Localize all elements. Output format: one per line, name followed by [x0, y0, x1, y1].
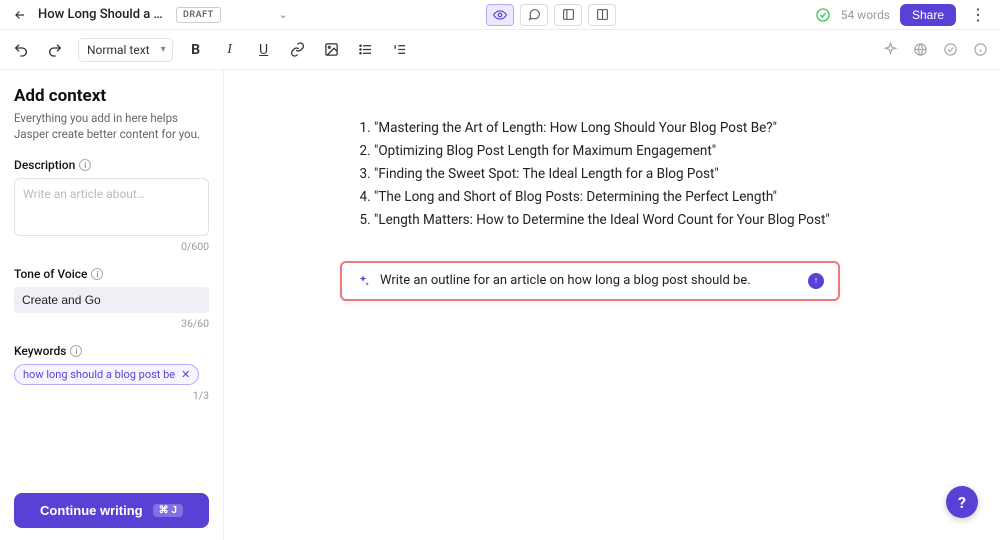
ai-prompt-text: Write an outline for an article on how l…	[380, 273, 798, 288]
keywords-counter: 1/3	[14, 389, 209, 402]
format-toolbar: Normal text B I U	[0, 30, 1000, 70]
back-button[interactable]	[10, 8, 30, 22]
text-style-label: Normal text	[87, 43, 150, 57]
panel-toggle-2[interactable]	[588, 4, 616, 26]
chat-toggle[interactable]	[520, 4, 548, 26]
keyword-chip[interactable]: how long should a blog post be ✕	[14, 364, 199, 385]
check-icon[interactable]	[940, 40, 960, 60]
numbered-list-button[interactable]	[389, 39, 411, 61]
tone-counter: 36/60	[14, 317, 209, 330]
keywords-label: Keywords i	[14, 344, 209, 358]
list-item[interactable]: "Length Matters: How to Determine the Id…	[374, 210, 940, 231]
sidebar-subtitle: Everything you add in here helps Jasper …	[14, 110, 209, 142]
undo-button[interactable]	[10, 39, 32, 61]
top-header: How Long Should a Bl… DRAFT ⌄ 54 words S…	[0, 0, 1000, 30]
list-item[interactable]: "Mastering the Art of Length: How Long S…	[374, 118, 940, 139]
continue-writing-label: Continue writing	[40, 503, 143, 518]
editor-canvas[interactable]: "Mastering the Art of Length: How Long S…	[224, 70, 1000, 540]
context-sidebar: Add context Everything you add in here h…	[0, 70, 224, 540]
word-count: 54 words	[841, 8, 890, 22]
text-style-select[interactable]: Normal text	[78, 38, 173, 62]
globe-icon[interactable]	[910, 40, 930, 60]
draft-badge: DRAFT	[176, 7, 221, 23]
info-icon[interactable]: i	[70, 345, 82, 357]
more-menu[interactable]: ⋮	[966, 5, 990, 24]
ai-icon[interactable]	[880, 40, 900, 60]
keyword-chip-label: how long should a blog post be	[23, 368, 175, 381]
tone-input[interactable]	[14, 287, 209, 313]
sidebar-title: Add context	[14, 86, 209, 106]
description-input[interactable]	[14, 178, 209, 236]
description-label: Description i	[14, 158, 209, 172]
redo-button[interactable]	[44, 39, 66, 61]
help-fab[interactable]: ?	[946, 486, 978, 518]
info-icon[interactable]: i	[91, 268, 103, 280]
continue-writing-button[interactable]: Continue writing ⌘ J	[14, 493, 209, 528]
status-check-icon	[815, 7, 831, 23]
submit-prompt-badge[interactable]: ↑	[808, 273, 824, 289]
keyboard-hint: ⌘ J	[153, 504, 183, 517]
list-item[interactable]: "The Long and Short of Blog Posts: Deter…	[374, 187, 940, 208]
tone-label: Tone of Voice i	[14, 267, 209, 281]
description-counter: 0/600	[14, 240, 209, 253]
link-button[interactable]	[287, 39, 309, 61]
image-button[interactable]	[321, 39, 343, 61]
remove-keyword-icon[interactable]: ✕	[181, 368, 190, 381]
preview-toggle[interactable]	[486, 4, 514, 26]
bold-button[interactable]: B	[185, 39, 207, 61]
italic-button[interactable]: I	[219, 39, 241, 61]
panel-toggle-1[interactable]	[554, 4, 582, 26]
ordered-list[interactable]: "Mastering the Art of Length: How Long S…	[354, 118, 940, 231]
ai-prompt-box[interactable]: Write an outline for an article on how l…	[340, 261, 840, 301]
sparkle-icon	[356, 274, 370, 288]
document-title[interactable]: How Long Should a Bl…	[38, 7, 168, 22]
list-item[interactable]: "Optimizing Blog Post Length for Maximum…	[374, 141, 940, 162]
info-icon[interactable]: i	[79, 159, 91, 171]
bullet-list-button[interactable]	[355, 39, 377, 61]
info-toolbar-icon[interactable]	[970, 40, 990, 60]
title-dropdown[interactable]: ⌄	[279, 8, 288, 21]
list-item[interactable]: "Finding the Sweet Spot: The Ideal Lengt…	[374, 164, 940, 185]
underline-button[interactable]: U	[253, 39, 275, 61]
share-button[interactable]: Share	[900, 4, 956, 26]
